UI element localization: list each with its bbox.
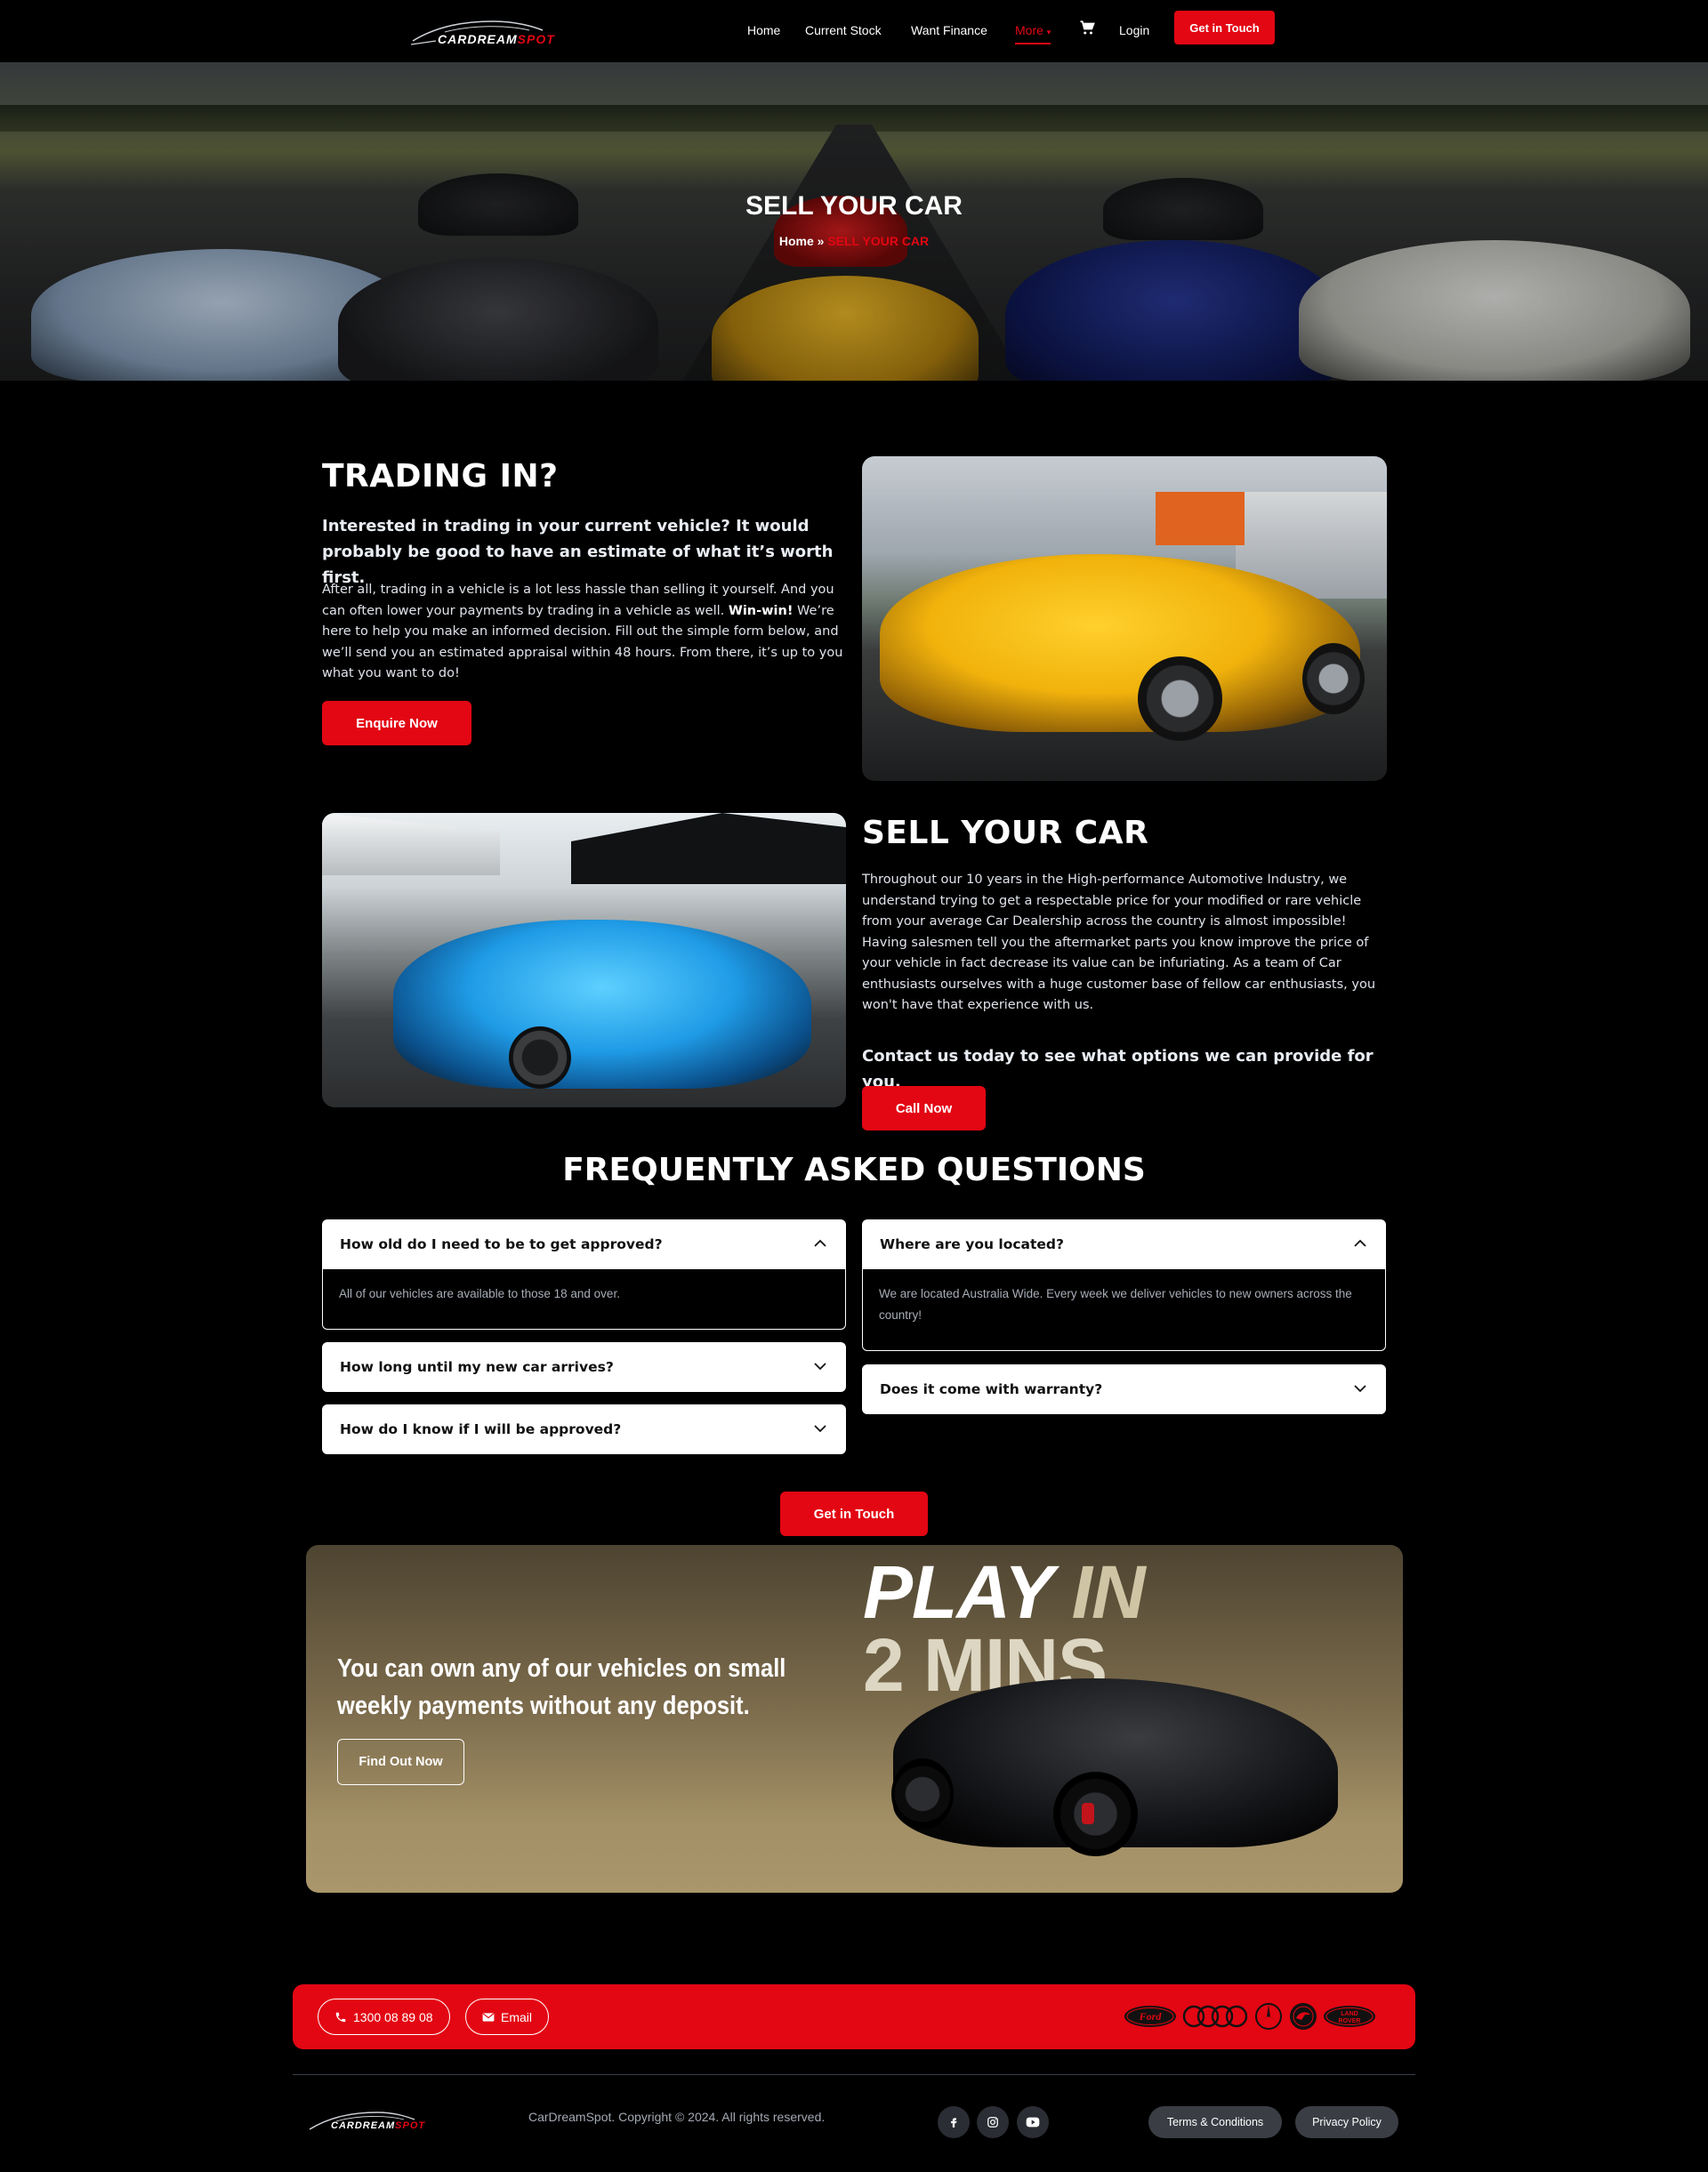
hero-banner: SELL YOUR CAR Home » SELL YOUR CAR — [0, 62, 1708, 381]
copyright-text: CarDreamSpot. Copyright © 2024. All righ… — [528, 2110, 826, 2124]
faq-question-label: Where are you located? — [880, 1236, 1065, 1252]
trading-body: After all, trading in a vehicle is a lot… — [322, 580, 847, 685]
youtube-button[interactable] — [1017, 2106, 1049, 2138]
ford-logo-text: Ford — [1139, 2010, 1163, 2023]
wheel-shape — [1302, 643, 1365, 714]
wheel-shape — [509, 1026, 571, 1089]
faq-answer: We are located Australia Wide. Every wee… — [862, 1269, 1386, 1351]
get-in-touch-header-button[interactable]: Get in Touch — [1174, 11, 1275, 44]
skoda-logo-icon — [1290, 2003, 1317, 2030]
wheel-shape — [1053, 1772, 1138, 1856]
envelope-icon — [482, 2012, 495, 2022]
breadcrumb-separator: » — [813, 234, 828, 248]
terms-conditions-link[interactable]: Terms & Conditions — [1148, 2106, 1282, 2138]
contact-bar: 1300 08 89 08 Email Ford LAND ROVER — [293, 1984, 1415, 2049]
nav-more-label: More — [1015, 23, 1043, 37]
faq-answer: All of our vehicles are available to tho… — [322, 1269, 846, 1330]
faq-question-age[interactable]: How old do I need to be to get approved? — [322, 1219, 846, 1269]
faq-question-warranty[interactable]: Does it come with warranty? — [862, 1364, 1386, 1414]
yellow-camaro-image — [862, 456, 1387, 781]
faq-question-approval[interactable]: How do I know if I will be approved? — [322, 1404, 846, 1454]
play-in-heading: PLAY IN — [863, 1550, 1146, 1634]
youtube-icon — [1026, 2117, 1040, 2128]
nav-current-stock[interactable]: Current Stock — [805, 23, 882, 37]
privacy-policy-link[interactable]: Privacy Policy — [1295, 2106, 1398, 2138]
land-rover-logo-text-a: LAND — [1341, 2011, 1358, 2017]
in-word: IN — [1071, 1550, 1146, 1634]
chevron-down-icon — [814, 1363, 826, 1371]
phone-icon — [335, 2012, 346, 2022]
orange-building-shape — [1156, 492, 1245, 545]
instagram-button[interactable] — [977, 2106, 1009, 2138]
audi-logo-icon — [1182, 2005, 1248, 2028]
nav-login[interactable]: Login — [1119, 23, 1149, 37]
chevron-up-icon — [814, 1239, 826, 1247]
canopy-right-shape — [571, 813, 846, 884]
footer-logo-text: CARDREAMSPOT — [331, 2120, 426, 2131]
wheel-shape — [891, 1758, 954, 1830]
finance-banner: You can own any of our vehicles on small… — [306, 1545, 1403, 1893]
trading-body-bold: Win-win! — [728, 603, 794, 618]
phone-button[interactable]: 1300 08 89 08 — [318, 1999, 450, 2035]
faq-question-arrival[interactable]: How long until my new car arrives? — [322, 1342, 846, 1392]
land-rover-logo-icon: LAND ROVER — [1324, 2006, 1375, 2027]
play-word: PLAY — [863, 1550, 1072, 1634]
breadcrumb-current: SELL YOUR CAR — [827, 234, 930, 248]
footer-logo[interactable]: CARDREAMSPOT — [308, 2106, 432, 2135]
faq-title: FREQUENTLY ASKED QUESTIONS — [562, 1152, 1146, 1188]
wheel-shape — [1138, 656, 1222, 741]
instagram-icon — [987, 2117, 998, 2128]
site-logo[interactable]: CARDREAMSPOT — [409, 14, 565, 48]
trading-lead: Interested in trading in your current ve… — [322, 517, 834, 587]
ford-logo-icon: Ford — [1124, 2006, 1176, 2027]
blue-ferrari-image — [322, 813, 846, 1107]
page-title: SELL YOUR CAR — [745, 191, 963, 221]
footer-divider — [293, 2074, 1415, 2075]
mercedes-logo-icon — [1255, 2003, 1282, 2030]
hero-overlay — [0, 62, 1708, 381]
email-button[interactable]: Email — [465, 1999, 550, 2035]
find-out-now-button[interactable]: Find Out Now — [337, 1739, 464, 1785]
sell-heading: SELL YOUR CAR — [862, 815, 1149, 851]
blue-car-shape — [393, 920, 811, 1089]
email-label: Email — [501, 2009, 533, 2024]
nav-home[interactable]: Home — [747, 23, 780, 37]
phone-number: 1300 08 89 08 — [353, 2009, 433, 2024]
faq-question-location[interactable]: Where are you located? — [862, 1219, 1386, 1269]
site-header: CARDREAMSPOT Home Current Stock Want Fin… — [0, 0, 1708, 62]
chevron-down-icon — [814, 1425, 826, 1433]
facebook-button[interactable] — [938, 2106, 970, 2138]
chevron-down-icon — [1354, 1385, 1366, 1393]
breadcrumb-home[interactable]: Home — [779, 234, 814, 248]
faq-question-label: Does it come with warranty? — [880, 1381, 1103, 1397]
nav-want-finance[interactable]: Want Finance — [911, 23, 987, 37]
caret-down-icon: ▾ — [1046, 28, 1051, 36]
faq-question-label: How do I know if I will be approved? — [340, 1421, 622, 1437]
breadcrumb: Home » SELL YOUR CAR — [0, 234, 1708, 248]
sell-body: Throughout our 10 years in the High-perf… — [862, 873, 1376, 1012]
logo-text: CARDREAMSPOT — [438, 32, 555, 46]
chevron-up-icon — [1354, 1239, 1366, 1247]
trading-heading: TRADING IN? — [322, 458, 559, 495]
enquire-now-button[interactable]: Enquire Now — [322, 701, 471, 745]
faq-question-label: How old do I need to be to get approved? — [340, 1236, 663, 1252]
land-rover-logo-text-b: ROVER — [1339, 2018, 1361, 2024]
faq-question-label: How long until my new car arrives? — [340, 1359, 614, 1375]
brake-caliper-shape — [1082, 1803, 1094, 1824]
finance-banner-text: You can own any of our vehicles on small… — [337, 1654, 786, 1720]
cart-icon[interactable] — [1079, 20, 1095, 36]
get-in-touch-button[interactable]: Get in Touch — [780, 1492, 928, 1536]
call-now-button[interactable]: Call Now — [862, 1086, 986, 1130]
nav-more[interactable]: More ▾ — [1015, 23, 1051, 44]
facebook-icon — [951, 2118, 957, 2128]
canopy-left-shape — [322, 813, 500, 875]
